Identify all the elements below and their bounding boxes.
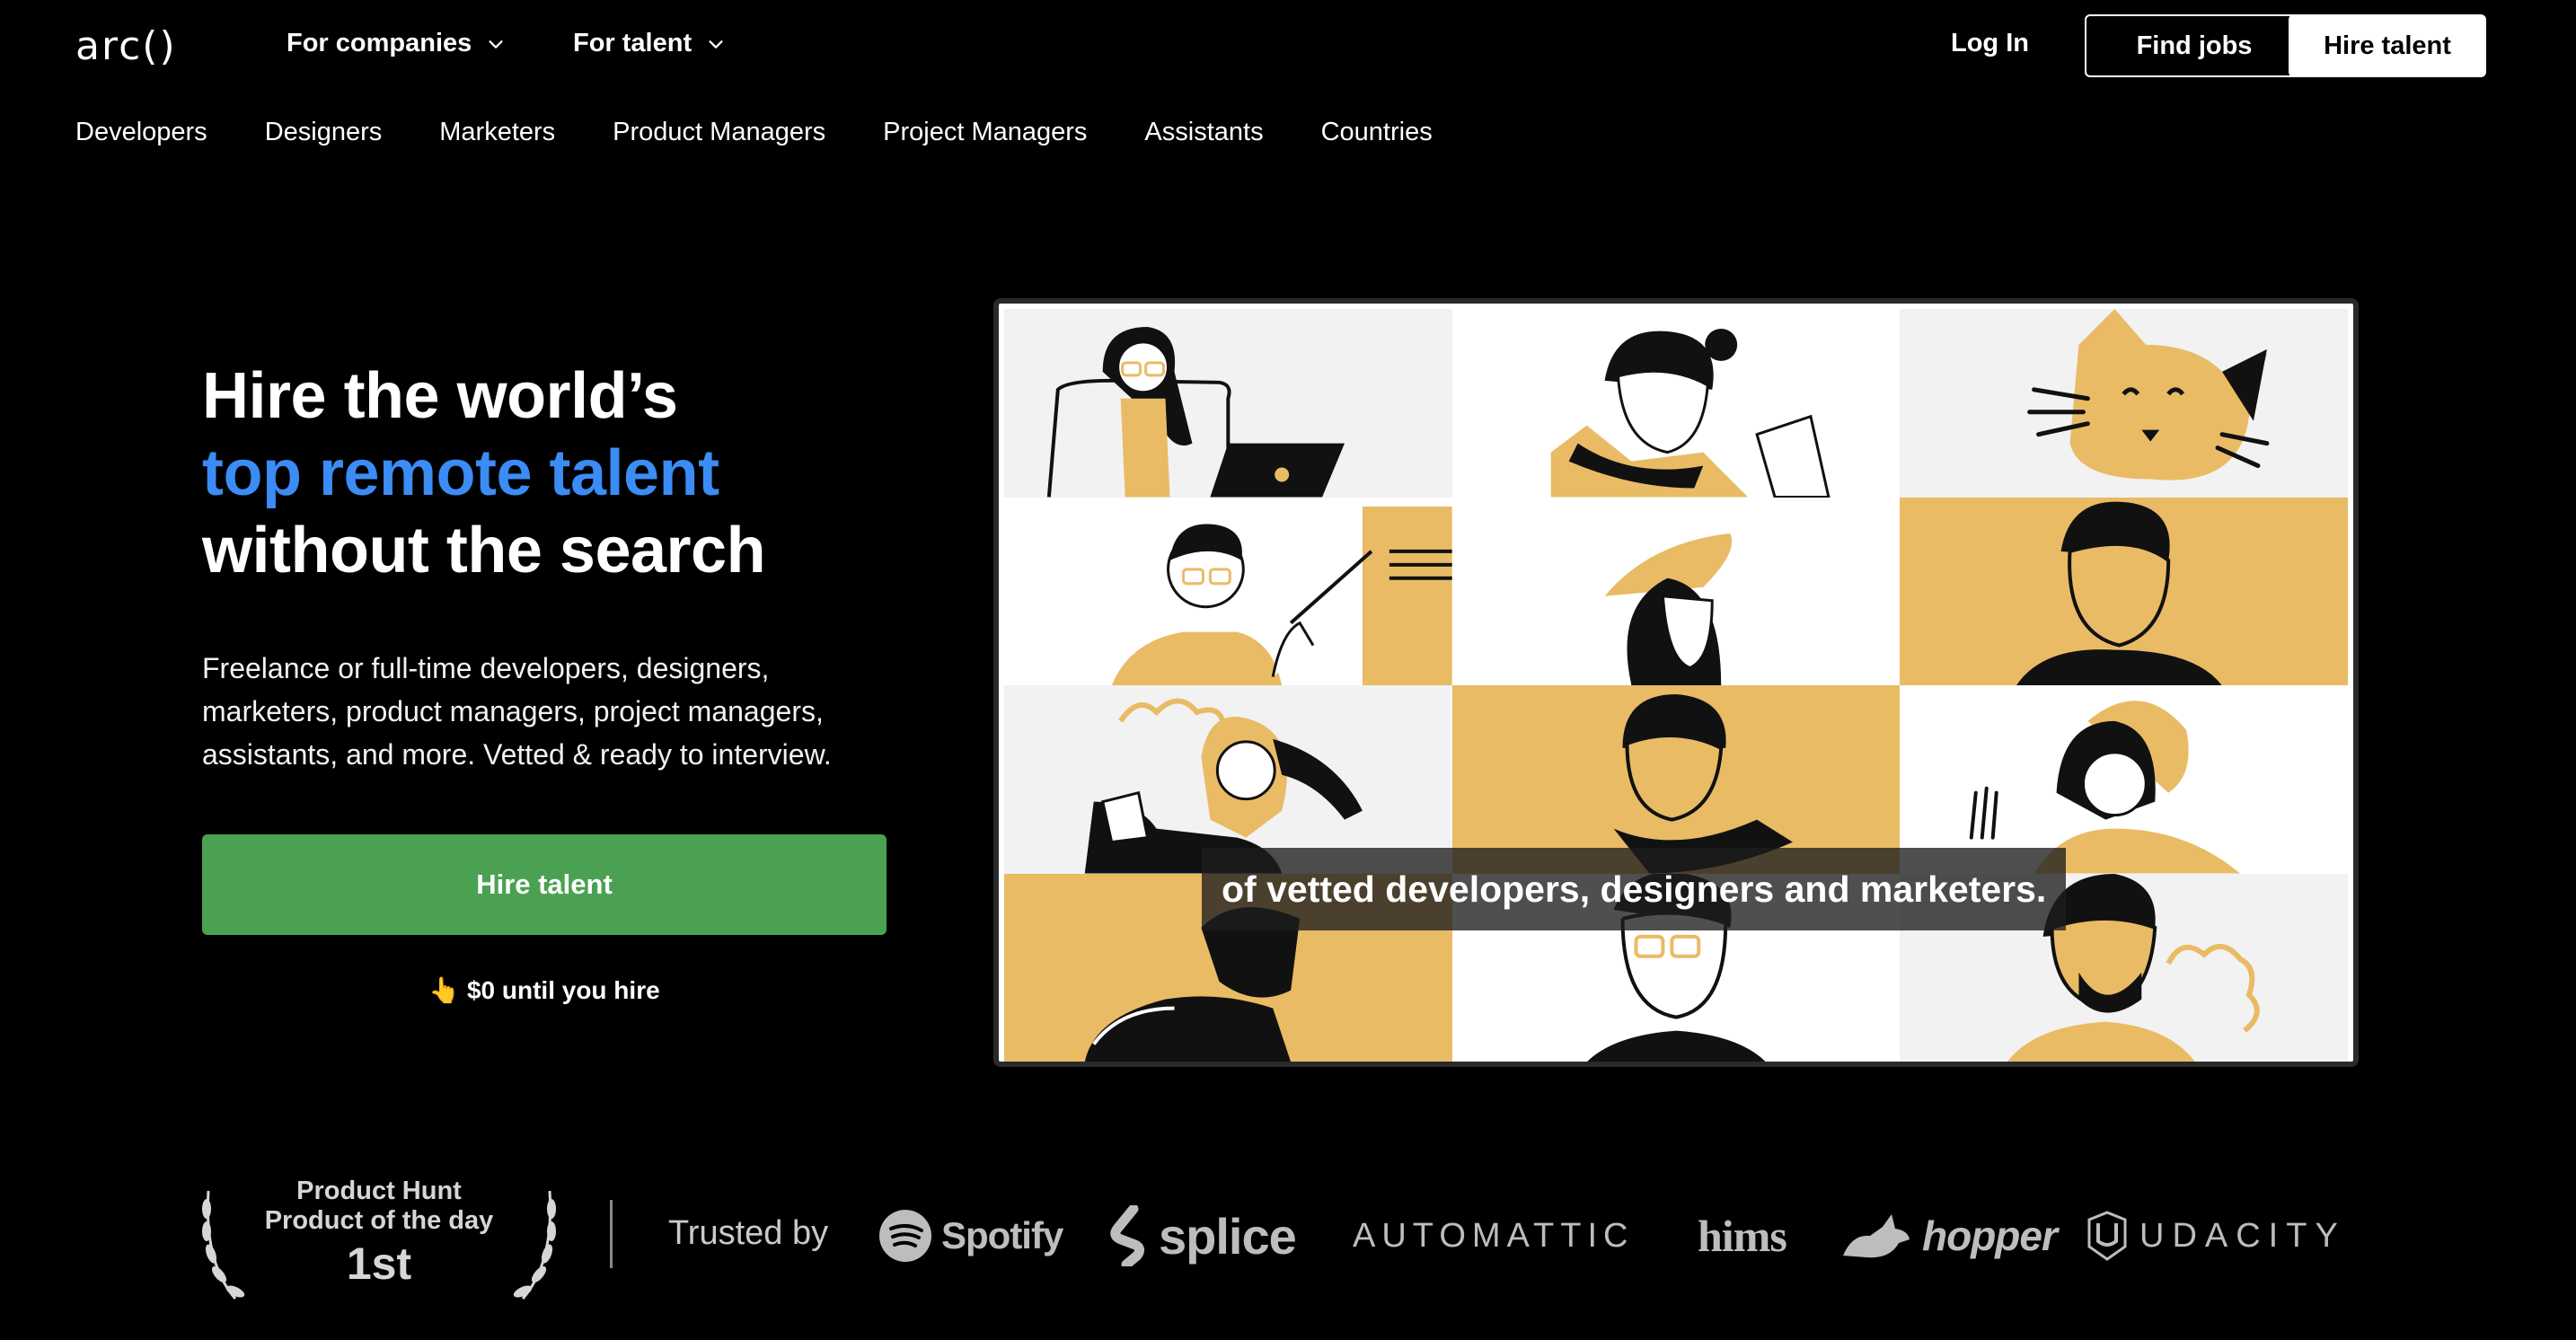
illustration-man-pointer (1004, 497, 1452, 685)
for-companies-dropdown[interactable]: For companies (287, 29, 506, 58)
automattic-wordmark: AUTOMATTIC (1353, 1216, 1635, 1255)
automattic-logo: AUTOMATTIC (1353, 1200, 1634, 1272)
coffee-drinker-illustration (1084, 698, 1363, 874)
woman-hat-illustration (1604, 533, 1732, 685)
smiling-man-illustration (2016, 501, 2223, 685)
product-hunt-badge[interactable]: Product Hunt Product of the day 1st (199, 1177, 559, 1302)
product-hunt-rank: 1st (346, 1239, 412, 1289)
hero-video[interactable] (993, 298, 2359, 1067)
video-caption: of vetted developers, designers and mark… (1202, 848, 2067, 930)
illustration-woman-document (1451, 309, 1901, 498)
category-designers[interactable]: Designers (265, 118, 383, 147)
trusted-by-label: Trusted by (668, 1214, 829, 1252)
category-countries[interactable]: Countries (1321, 118, 1433, 147)
category-assistants[interactable]: Assistants (1144, 118, 1263, 147)
pricing-note: 👆 $0 until you hire (428, 976, 660, 1004)
hopper-logo: hopper (1839, 1200, 2058, 1272)
illustration-cat (1900, 309, 2348, 498)
splice-logo: splice (1107, 1200, 1297, 1272)
hopper-wordmark: hopper (1922, 1212, 2058, 1259)
login-link[interactable]: Log In (1951, 29, 2029, 58)
hire-talent-cta-button[interactable]: Hire talent (202, 834, 887, 935)
hero-description-line-2: marketers, product managers, project man… (202, 695, 824, 727)
category-project-managers[interactable]: Project Managers (883, 118, 1087, 147)
spotify-icon (879, 1210, 931, 1262)
presenter-illustration (1111, 506, 1452, 685)
category-product-managers[interactable]: Product Managers (613, 118, 825, 147)
product-hunt-title: Product Hunt (296, 1177, 462, 1205)
hero-heading-line-1: Hire the world’s (202, 360, 678, 432)
splice-wordmark: splice (1159, 1207, 1297, 1265)
product-hunt-text: Product Hunt Product of the day 1st (199, 1177, 559, 1292)
udacity-icon (2087, 1211, 2127, 1261)
udacity-logo: UDACITY (2084, 1200, 2346, 1272)
hire-talent-nav-button[interactable]: Hire talent (2289, 14, 2486, 77)
illustration-man-smile (1900, 497, 2348, 685)
illustration-woman-hat (1451, 497, 1901, 685)
find-jobs-button[interactable]: Find jobs (2085, 14, 2304, 77)
illustration-woman-coffee (1004, 685, 1452, 874)
udacity-wordmark: UDACITY (2139, 1216, 2346, 1255)
illustration-man-scarf (1451, 685, 1901, 874)
person-document-illustration (1550, 328, 1831, 498)
cat-illustration (2027, 309, 2270, 480)
trust-divider (610, 1200, 613, 1268)
top-navigation: arc() For companies For talent Log In Fi… (0, 0, 2576, 93)
hims-wordmark: hims (1698, 1211, 1787, 1261)
category-developers[interactable]: Developers (75, 118, 207, 147)
for-talent-label: For talent (573, 29, 693, 57)
illustration-woman-laptop (1004, 309, 1452, 498)
hero-description-line-3: assistants, and more. Vetted & ready to … (202, 738, 832, 771)
waving-woman-illustration (1970, 701, 2241, 874)
illustration-grid (1004, 309, 2348, 1062)
person-laptop-illustration (1046, 326, 1345, 498)
hero-heading: Hire the world’s top remote talent witho… (202, 357, 766, 589)
chevron-down-icon (489, 40, 503, 48)
hero-description-line-1: Freelance or full-time developers, desig… (202, 652, 770, 684)
category-marketers[interactable]: Marketers (439, 118, 555, 147)
product-of-the-day: Product of the day (264, 1206, 494, 1235)
illustration-woman-wave (1900, 685, 2348, 874)
spotify-wordmark: Spotify (941, 1214, 1063, 1256)
hero-heading-line-2: top remote talent (202, 437, 719, 509)
hopper-bunny-icon (1843, 1214, 1910, 1258)
chevron-down-icon (709, 40, 723, 48)
for-talent-dropdown[interactable]: For talent (573, 29, 726, 58)
splice-icon (1110, 1205, 1145, 1266)
hero-heading-line-3: without the search (202, 515, 766, 586)
hims-logo: hims (1698, 1200, 1787, 1272)
category-navigation: Developers Designers Marketers Product M… (75, 118, 1433, 147)
arc-logo[interactable]: arc() (75, 23, 177, 69)
for-companies-label: For companies (287, 29, 472, 57)
scarf-man-illustration (1613, 694, 1793, 874)
hero-description: Freelance or full-time developers, desig… (202, 647, 903, 776)
spotify-logo: Spotify (878, 1200, 1063, 1272)
